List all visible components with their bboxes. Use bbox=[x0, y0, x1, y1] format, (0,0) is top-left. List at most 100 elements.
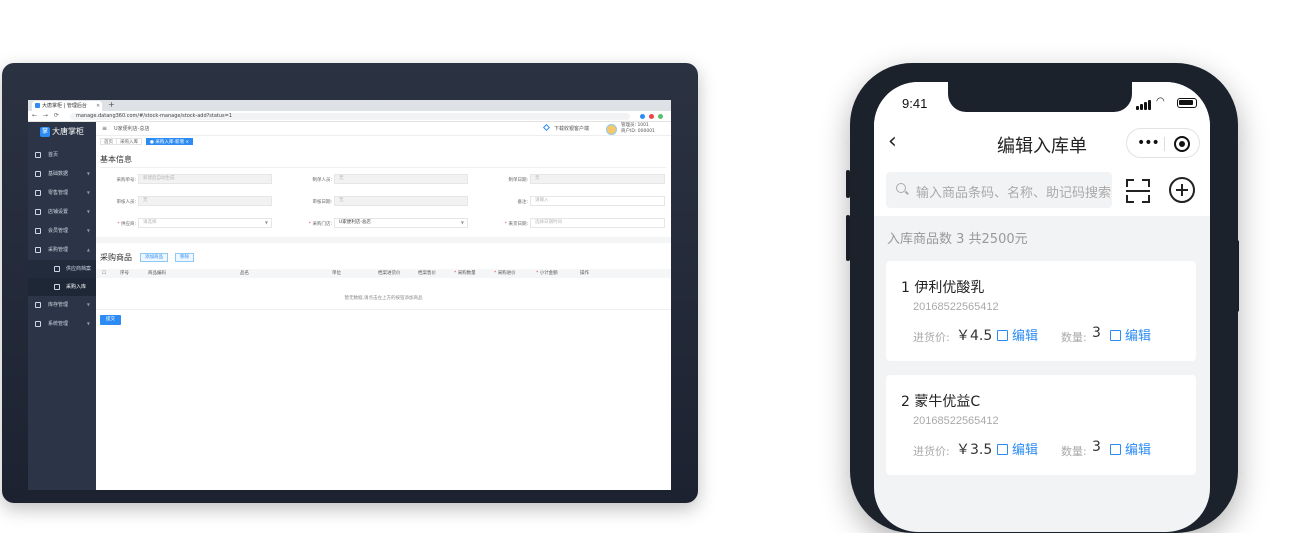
col-header: * 小计金额 bbox=[536, 269, 558, 278]
item-qty: 3 bbox=[1092, 325, 1101, 341]
sidebar-item-retail[interactable]: 零售管理 ▼ bbox=[28, 184, 96, 202]
sidebar-item-purchase[interactable]: 采购管理 ▲ bbox=[28, 241, 96, 259]
home-icon bbox=[35, 152, 41, 158]
wifi-icon: ◠ bbox=[1156, 96, 1165, 107]
inbox-icon bbox=[54, 284, 60, 290]
supplier-label-text: 供应商: bbox=[120, 222, 136, 227]
phone-screen: 9:41 ◠ ‹ 编辑入库单 ••• 输入商品条码、名称、助记码搜索 入库商品数… bbox=[874, 82, 1210, 532]
select-all-checkbox[interactable]: ☐ bbox=[102, 269, 106, 278]
basic-info-title: 基本信息 bbox=[100, 155, 132, 164]
chevron-down-icon: ▼ bbox=[86, 321, 90, 326]
edit-icon bbox=[1110, 330, 1121, 341]
sidebar-item-label: 供应商档案 bbox=[66, 266, 92, 272]
col-header: 序号 bbox=[120, 271, 129, 276]
list-item[interactable]: 2 蒙牛优益C 20168522565412 进货价: ￥3.5 编辑 数量: … bbox=[886, 375, 1196, 475]
more-icon[interactable]: ••• bbox=[1137, 135, 1160, 151]
remark-input[interactable]: 请输入 bbox=[530, 196, 665, 206]
download-client-link[interactable]: 下载收银客户端 bbox=[554, 125, 589, 132]
crumb-home[interactable]: 首页 bbox=[100, 138, 117, 145]
current-store: U家便利店-总店 bbox=[114, 126, 150, 132]
scan-corner bbox=[1126, 195, 1134, 203]
qty-label: 数量: bbox=[1061, 331, 1087, 344]
arrival-date-picker[interactable]: 选择日期时间 bbox=[530, 218, 665, 228]
arrival-label: * 来货日期: bbox=[488, 221, 528, 227]
edit-qty-button[interactable]: 编辑 bbox=[1110, 325, 1151, 344]
sidebar-item-stock[interactable]: 库存管理 ▼ bbox=[28, 296, 96, 314]
sidebar-item-members[interactable]: 会员管理 ▼ bbox=[28, 222, 96, 240]
required-mark: * bbox=[504, 222, 508, 227]
item-price: ￥4.5 bbox=[956, 328, 993, 344]
order-no-field: 新建后自动生成 bbox=[138, 174, 272, 184]
cart-icon bbox=[35, 247, 41, 253]
tab-close-icon[interactable]: × bbox=[96, 101, 100, 111]
sidebar-item-home[interactable]: 首页 bbox=[28, 146, 96, 164]
extension-icon[interactable] bbox=[649, 114, 654, 119]
item-qty: 3 bbox=[1092, 439, 1101, 455]
required-mark: * bbox=[117, 222, 120, 227]
chevron-down-icon: ▼ bbox=[460, 220, 464, 225]
edit-qty-button[interactable]: 编辑 bbox=[1110, 439, 1151, 458]
store-label: * 采购门店: bbox=[292, 221, 332, 227]
extension-icon[interactable] bbox=[640, 114, 645, 119]
sidebar-item-store-settings[interactable]: 店铺设置 ▼ bbox=[28, 203, 96, 221]
edit-icon bbox=[997, 330, 1008, 341]
add-goods-button[interactable]: 添加商品 bbox=[140, 253, 168, 262]
signal-icon bbox=[1140, 104, 1143, 110]
url-field[interactable]: manage.datang360.com/#/stock-manage/stoc… bbox=[70, 113, 630, 120]
audit-date-field: 无 bbox=[334, 196, 468, 206]
browser-nav-buttons[interactable]: ← → ⟳ bbox=[32, 112, 61, 119]
item-barcode: 20168522565412 bbox=[913, 301, 999, 313]
browser-tab-bar: 大唐掌柜 | 管理后台 × + bbox=[28, 100, 671, 111]
avatar[interactable] bbox=[606, 124, 617, 135]
close-miniprogram-icon[interactable] bbox=[1174, 136, 1190, 152]
add-circle-icon[interactable] bbox=[1169, 177, 1195, 203]
list-item[interactable]: 1 伊利优酸乳 20168522565412 进货价: ￥4.5 编辑 数量: … bbox=[886, 261, 1196, 361]
profile-icon[interactable] bbox=[658, 114, 663, 119]
store-select-value: U家便利店-总店 bbox=[339, 220, 371, 225]
edit-price-button[interactable]: 编辑 bbox=[997, 325, 1038, 344]
goods-title: 采购商品 bbox=[100, 253, 132, 262]
col-header: 档案进货价 bbox=[378, 271, 401, 276]
sidebar-item-suppliers[interactable]: 供应商档案 bbox=[28, 260, 96, 278]
address-bar: ← → ⟳ manage.datang360.com/#/stock-manag… bbox=[28, 111, 671, 122]
status-time: 9:41 bbox=[902, 96, 928, 111]
laptop-frame: 大唐掌柜 | 管理后台 × + ← → ⟳ manage.datang360.c… bbox=[2, 63, 698, 503]
edit-price-button[interactable]: 编辑 bbox=[997, 439, 1038, 458]
col-header-text: 采购数量 bbox=[457, 271, 476, 276]
maker-label: 制单人员: bbox=[312, 178, 332, 183]
sidebar-item-label: 会员管理 bbox=[48, 228, 69, 234]
audit-date-label: 审核日期: bbox=[312, 200, 332, 205]
submit-button[interactable]: 提交 bbox=[100, 315, 121, 325]
crumb-purchase-in[interactable]: 采购入库 bbox=[116, 138, 142, 145]
menu-toggle-icon[interactable]: ≡ bbox=[102, 125, 107, 132]
sidebar-item-system[interactable]: 系统管理 ▼ bbox=[28, 315, 96, 333]
sidebar-item-label: 库存管理 bbox=[48, 302, 69, 308]
scan-icon[interactable] bbox=[1126, 179, 1150, 203]
browser-tab[interactable]: 大唐掌柜 | 管理后台 × bbox=[32, 101, 102, 111]
auditor-label: 审核人员: bbox=[116, 200, 136, 205]
empty-table-message: 暂无数据,请点击左上方的按钮添加商品 bbox=[344, 296, 423, 301]
sidebar: 掌 大唐掌柜 首页 基础数据 ▼ 零售管理 ▼ 店铺设置 ▼ 会员管理 ▼ 采购管理 ▲ … bbox=[28, 122, 96, 490]
sidebar-item-basic-data[interactable]: 基础数据 ▼ bbox=[28, 165, 96, 183]
col-header: 商品编码 bbox=[148, 271, 166, 276]
auditor-field: 无 bbox=[138, 196, 272, 206]
col-header: 品名 bbox=[240, 271, 249, 276]
scan-corner bbox=[1126, 179, 1134, 187]
remove-button[interactable]: 移除 bbox=[175, 253, 194, 262]
supplier-select[interactable]: 请选择 ▼ bbox=[138, 218, 272, 228]
logo: 掌 大唐掌柜 bbox=[40, 126, 86, 138]
supplier-select-value: 请选择 bbox=[143, 220, 157, 225]
divider bbox=[100, 167, 666, 168]
signal-icon bbox=[1136, 106, 1139, 110]
sidebar-item-purchase-in[interactable]: 采购入库 bbox=[28, 278, 96, 296]
new-tab-button[interactable]: + bbox=[108, 100, 115, 110]
chevron-up-icon: ▲ bbox=[86, 247, 90, 252]
col-header: 档案售价 bbox=[418, 271, 436, 276]
battery-icon bbox=[1177, 98, 1197, 108]
store-select[interactable]: U家便利店-总店 ▼ bbox=[334, 218, 468, 228]
col-header: 操作 bbox=[580, 271, 589, 276]
gear-icon bbox=[35, 321, 41, 327]
search-input[interactable]: 输入商品条码、名称、助记码搜索 bbox=[886, 172, 1112, 208]
crumb-purchase-add[interactable]: ● 采购入库-新增 × bbox=[146, 138, 194, 145]
top-bar: ≡ U家便利店-总店 下载收银客户端 管理员: 1001 商户ID: 00000… bbox=[96, 122, 671, 136]
